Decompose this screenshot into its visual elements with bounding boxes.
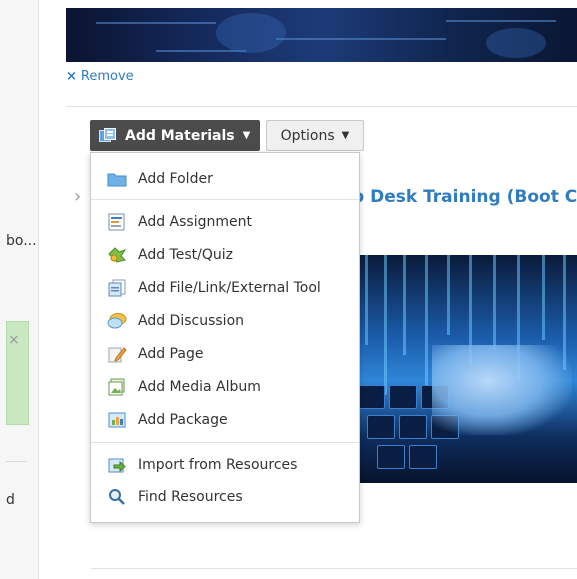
menu-item-add-media-album[interactable]: Add Media Album	[91, 370, 359, 403]
menu-item-add-folder[interactable]: Add Folder	[91, 162, 359, 195]
menu-separator	[91, 199, 359, 200]
menu-separator	[91, 442, 359, 443]
menu-item-add-page[interactable]: Add Page	[91, 337, 359, 370]
menu-item-label: Find Resources	[138, 488, 243, 505]
search-icon	[107, 488, 127, 506]
menu-item-label: Add Discussion	[138, 312, 245, 329]
course-image	[337, 255, 577, 483]
menu-item-import-from-resources[interactable]: Import from Resources	[91, 448, 359, 481]
discussion-icon	[107, 312, 127, 330]
menu-item-label: Add Test/Quiz	[138, 246, 233, 263]
left-divider	[6, 461, 27, 462]
divider	[66, 106, 577, 107]
menu-item-add-assignment[interactable]: Add Assignment	[91, 205, 359, 238]
page-icon	[107, 345, 127, 363]
banner-image	[66, 8, 577, 62]
add-materials-menu: Add Folder Add Assignment Add Test/Quiz	[90, 152, 360, 523]
close-icon[interactable]: ×	[8, 332, 20, 348]
menu-item-add-file-link[interactable]: Add File/Link/External Tool	[91, 271, 359, 304]
expand-chevron-icon[interactable]: ›	[74, 186, 81, 207]
menu-item-add-package[interactable]: Add Package	[91, 403, 359, 436]
course-title-link[interactable]: p Desk Training (Boot Can	[352, 187, 577, 207]
menu-item-label: Add Folder	[138, 170, 213, 187]
file-link-icon	[107, 279, 127, 297]
remove-icon: ×	[66, 69, 77, 84]
assignment-icon	[107, 213, 127, 231]
import-icon	[107, 456, 127, 474]
menu-item-label: Add Package	[138, 411, 228, 428]
chevron-down-icon: ▼	[242, 130, 251, 141]
left-truncated-text: bo...	[6, 233, 37, 249]
menu-item-label: Add Assignment	[138, 213, 252, 230]
menu-item-label: Add File/Link/External Tool	[138, 279, 321, 296]
remove-link[interactable]: × Remove	[66, 69, 134, 84]
menu-item-add-test-quiz[interactable]: Add Test/Quiz	[91, 238, 359, 271]
package-icon	[107, 411, 127, 429]
menu-item-label: Add Page	[138, 345, 204, 362]
left-truncated-text-2: d	[6, 492, 15, 508]
menu-item-label: Add Media Album	[138, 378, 261, 395]
add-materials-label: Add Materials	[125, 127, 235, 144]
add-materials-button[interactable]: Add Materials ▼	[90, 120, 260, 151]
chevron-down-icon: ▼	[341, 130, 350, 141]
add-materials-icon	[99, 127, 116, 144]
test-quiz-icon	[107, 246, 127, 264]
remove-label: Remove	[80, 69, 134, 84]
options-button[interactable]: Options ▼	[266, 120, 364, 151]
left-green-panel: ×	[6, 321, 29, 425]
menu-item-add-discussion[interactable]: Add Discussion	[91, 304, 359, 337]
options-label: Options	[280, 127, 335, 144]
folder-icon	[107, 170, 127, 188]
menu-item-find-resources[interactable]: Find Resources	[91, 480, 359, 513]
menu-item-label: Import from Resources	[138, 456, 298, 473]
divider	[91, 568, 577, 569]
media-album-icon	[107, 378, 127, 396]
